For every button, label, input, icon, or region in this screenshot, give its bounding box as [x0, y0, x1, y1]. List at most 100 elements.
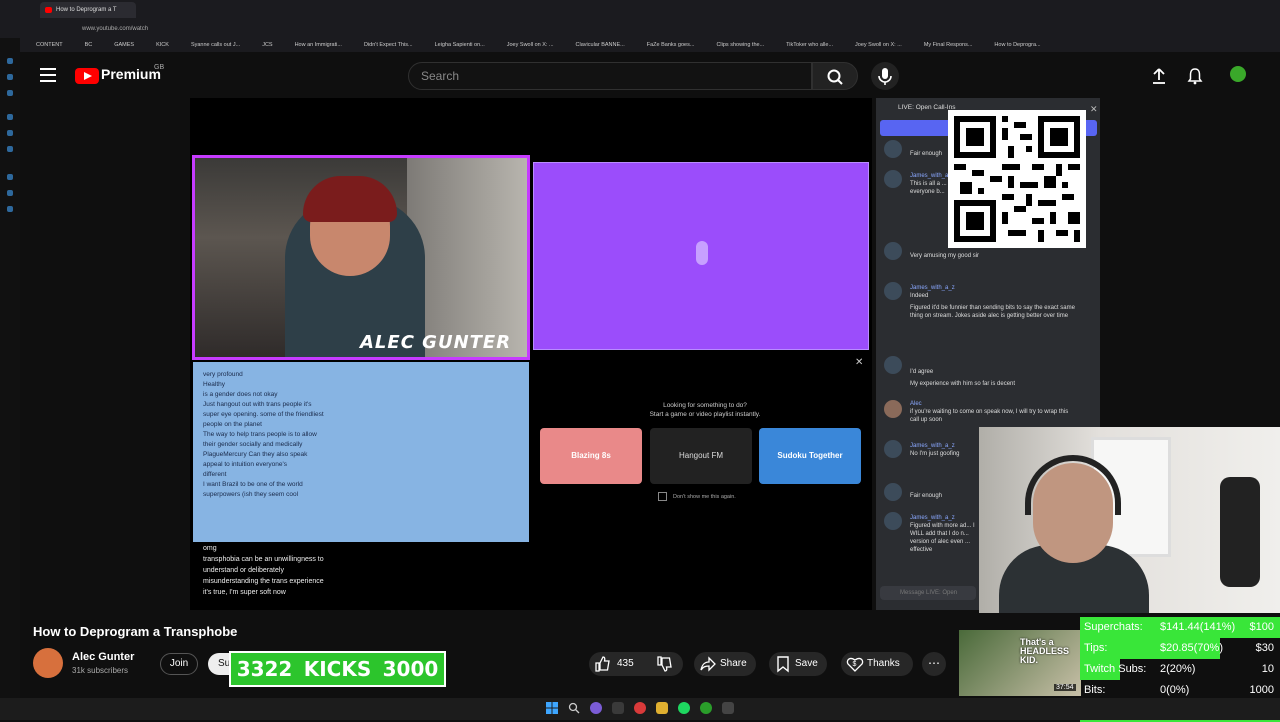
- discord-message: James_with_a_z Indeed: [910, 285, 955, 299]
- upload-icon[interactable]: [1150, 67, 1168, 85]
- dont-show-checkbox[interactable]: Don't show me this again.: [658, 492, 736, 501]
- video-title: How to Deprogram a Transphobe: [33, 624, 238, 639]
- svg-text:$: $: [853, 661, 857, 668]
- xbox-icon[interactable]: [700, 702, 712, 714]
- channel-name[interactable]: Alec Gunter: [72, 651, 134, 663]
- chat-line: is a gender does not okay: [203, 391, 278, 398]
- avatar: [884, 170, 902, 188]
- sidebar-app-icon[interactable]: [7, 146, 13, 152]
- sidebar-app-icon[interactable]: [7, 130, 13, 136]
- discord-channel-title: LIVE: Open Call-Ins: [898, 104, 956, 111]
- close-icon[interactable]: ✕: [855, 357, 863, 368]
- chat-line: superpowers (ish they seem cool: [203, 491, 299, 498]
- more-actions-button[interactable]: ⋯: [922, 652, 946, 676]
- bookmark-item[interactable]: GAMES: [114, 38, 134, 52]
- sidebar-app-icon[interactable]: [7, 206, 13, 212]
- bookmark-item[interactable]: KICK: [156, 38, 169, 52]
- close-icon[interactable]: ✕: [1090, 104, 1098, 115]
- url-field[interactable]: www.youtube.com/watch: [82, 22, 982, 36]
- account-avatar[interactable]: [1230, 66, 1246, 82]
- thumbs-down-icon[interactable]: [656, 655, 674, 673]
- search-icon[interactable]: [568, 702, 580, 714]
- avatar: [884, 512, 902, 530]
- sidebar-app-icon[interactable]: [7, 174, 13, 180]
- search-button[interactable]: [812, 62, 858, 90]
- mic-icon: [878, 68, 892, 85]
- avatar: [884, 400, 902, 418]
- join-button[interactable]: Join: [160, 653, 198, 675]
- browser-tab-active[interactable]: How to Deprogram a T: [40, 2, 136, 18]
- chat-line: different: [203, 471, 227, 478]
- chat-line: Healthy: [203, 381, 226, 388]
- bookmark-item[interactable]: Didn't Expect This...: [364, 38, 413, 52]
- discord-message: James_with_a_z No I'm just goofing: [910, 443, 960, 457]
- sidebar-app-icon[interactable]: [7, 74, 13, 80]
- kicks-goal: 3000: [382, 657, 439, 681]
- bookmark-item[interactable]: JCS: [262, 38, 272, 52]
- activity-title: Looking for something to do?: [663, 402, 747, 409]
- windows-start-icon[interactable]: [546, 702, 558, 714]
- youtube-logo-icon[interactable]: [75, 68, 99, 84]
- taskbar-app-icon[interactable]: [590, 702, 602, 714]
- bookmark-item[interactable]: Syanne calls out J...: [191, 38, 240, 52]
- sidebar-app-icon[interactable]: [7, 114, 13, 120]
- bookmark-item[interactable]: How to Deprogra...: [994, 38, 1040, 52]
- discord-video-tile: [533, 162, 869, 350]
- chat-line: transphobia can be an unwillingness to: [203, 556, 324, 563]
- bell-icon[interactable]: [1186, 67, 1204, 85]
- browser-tab-bar: [0, 0, 1280, 20]
- activity-prompt: Looking for something to do? Start a gam…: [560, 401, 850, 419]
- discord-message: James_with_a_z This is all a ... everyone…: [910, 173, 955, 195]
- thumbs-up-icon[interactable]: [594, 655, 612, 673]
- goal-label: Twitch Subs:: [1084, 663, 1147, 675]
- spotify-icon[interactable]: [678, 702, 690, 714]
- taskbar-app-icon[interactable]: [612, 702, 624, 714]
- goal-target: $30: [1255, 642, 1274, 654]
- sidebar-app-icon[interactable]: [7, 90, 13, 96]
- menu-icon[interactable]: [40, 68, 56, 82]
- chat-line: omg: [203, 545, 217, 552]
- folder-icon[interactable]: [656, 702, 668, 714]
- goal-value: $20.85(70%): [1160, 642, 1223, 654]
- channel-avatar[interactable]: [33, 648, 63, 678]
- discord-message: Very amusing my good sir: [910, 253, 980, 259]
- bookmark-item[interactable]: CONTENT: [36, 38, 63, 52]
- guest-webcam: [979, 427, 1280, 613]
- bookmark-item[interactable]: My Final Respons...: [924, 38, 973, 52]
- sidebar-app-icon[interactable]: [7, 190, 13, 196]
- chat-line: The way to help trans people is to allow: [203, 431, 317, 438]
- bookmark-item[interactable]: Joey Swoll on X: ...: [507, 38, 554, 52]
- sidebar-app-icon[interactable]: [7, 58, 13, 64]
- bookmark-item[interactable]: How an Immigrati...: [295, 38, 342, 52]
- goal-label: Superchats:: [1084, 621, 1143, 633]
- bookmark-item[interactable]: Leigha Sapienti on...: [435, 38, 485, 52]
- search-input[interactable]: Search: [408, 62, 812, 90]
- bookmark-item[interactable]: BC: [85, 38, 93, 52]
- share-icon: [700, 656, 716, 672]
- chat-line: very profound: [203, 371, 243, 378]
- search-icon: [827, 69, 843, 85]
- chat-line: misunderstanding the trans experience: [203, 578, 324, 585]
- activity-card-blazing[interactable]: Blazing 8s: [540, 428, 642, 484]
- bookmark-item[interactable]: Clavicular BANNE...: [576, 38, 625, 52]
- taskbar-app-icon[interactable]: [634, 702, 646, 714]
- activity-card-hangout[interactable]: Hangout FM: [650, 428, 752, 484]
- discord-message-input[interactable]: Message LIVE: Open: [880, 586, 976, 600]
- kicks-current: 3322: [236, 657, 293, 681]
- bookmark-item[interactable]: Joey Swoll on X: ...: [855, 38, 902, 52]
- bookmark-item[interactable]: FaZe Banks goes...: [647, 38, 695, 52]
- goal-row: Tips: $20.85(70%) $30: [1080, 638, 1280, 659]
- voice-search-button[interactable]: [871, 62, 899, 90]
- bookmark-item[interactable]: TikToker who alle...: [786, 38, 833, 52]
- activity-subtitle: Start a game or video playlist instantly…: [649, 411, 761, 418]
- bookmark-item[interactable]: Clips showing the...: [716, 38, 764, 52]
- kicks-label: KICKS: [303, 657, 372, 681]
- goal-value: 2(20%): [1160, 663, 1196, 675]
- taskbar-app-icon[interactable]: [722, 702, 734, 714]
- activity-card-sudoku[interactable]: Sudoku Together: [759, 428, 861, 484]
- discord-message: Figured it'd be funnier than sending bit…: [910, 305, 1075, 319]
- bookmarks-bar: CONTENT BC GAMES KICK Syanne calls out J... J…: [0, 38, 1280, 52]
- chat-overlay-lower: omg transphobia can be an unwillingness …: [203, 543, 523, 598]
- goal-row: Superchats: $141.44(141%) $100: [1080, 617, 1280, 638]
- region-label: GB: [154, 64, 165, 71]
